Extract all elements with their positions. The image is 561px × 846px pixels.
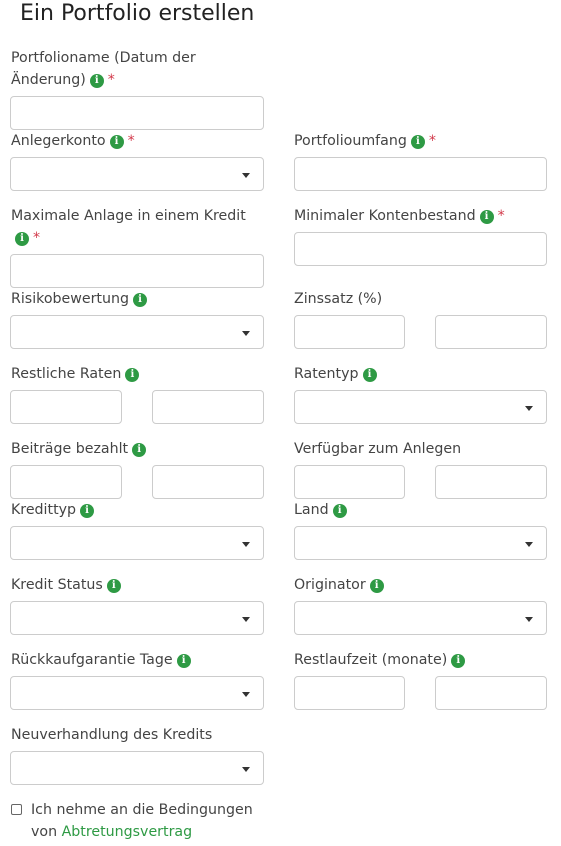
- portfolio-name-input[interactable]: [10, 96, 264, 130]
- max-investment-label: Maximale Anlage in einem Kredit i *: [11, 205, 261, 249]
- portfolio-size-label: Portfolioumfang i *: [294, 130, 436, 152]
- remaining-term-label: Restlaufzeit (monate) i: [294, 649, 466, 671]
- loan-status-select[interactable]: [10, 601, 264, 635]
- info-icon[interactable]: i: [362, 368, 377, 382]
- max-investment-label-text: Maximale Anlage in einem Kredit: [11, 208, 246, 224]
- info-icon[interactable]: i: [15, 232, 29, 246]
- required-mark: *: [33, 230, 41, 246]
- renegotiation-label: Neuverhandlung des Kredits: [11, 724, 212, 746]
- contributions-paid-min-input[interactable]: [10, 465, 122, 499]
- available-to-invest-min-input[interactable]: [294, 465, 405, 499]
- buyback-days-select[interactable]: [10, 676, 264, 710]
- remaining-term-min-input[interactable]: [294, 676, 405, 710]
- terms-line-2: von Abtretungsvertrag: [31, 821, 253, 843]
- loan-type-select[interactable]: [10, 526, 264, 560]
- remaining-term-label-text: Restlaufzeit (monate): [294, 652, 448, 668]
- loan-status-label: Kredit Status i: [11, 574, 121, 596]
- investor-account-label: Anlegerkonto i *: [11, 130, 135, 152]
- contributions-paid-label-text: Beiträge bezahlt: [11, 441, 129, 457]
- info-icon[interactable]: i: [332, 504, 347, 518]
- portfolio-size-input[interactable]: [294, 157, 547, 191]
- min-balance-label: Minimaler Kontenbestand i *: [294, 205, 505, 227]
- installment-type-label-text: Ratentyp: [294, 366, 359, 382]
- terms-text: Ich nehme an die Bedingungen von Abtretu…: [31, 799, 253, 843]
- renegotiation-label-text: Neuverhandlung des Kredits: [11, 727, 213, 743]
- required-mark: *: [428, 133, 436, 149]
- portfolio-size-label-text: Portfolioumfang: [294, 133, 407, 149]
- min-balance-input[interactable]: [294, 232, 547, 266]
- originator-label: Originator i: [294, 574, 384, 596]
- required-mark: *: [127, 133, 135, 149]
- terms-checkbox[interactable]: [11, 804, 22, 815]
- info-icon[interactable]: i: [106, 579, 121, 593]
- info-icon[interactable]: i: [132, 443, 147, 457]
- remaining-installments-max-input[interactable]: [152, 390, 264, 424]
- remaining-installments-label: Restliche Raten i: [11, 363, 140, 385]
- terms-prefix: von: [31, 824, 58, 840]
- info-icon[interactable]: i: [125, 368, 140, 382]
- country-label-text: Land: [294, 502, 329, 518]
- info-icon[interactable]: i: [410, 135, 425, 149]
- installment-type-select[interactable]: [294, 390, 547, 424]
- required-mark: *: [497, 208, 505, 224]
- originator-select[interactable]: [294, 601, 547, 635]
- info-icon[interactable]: i: [132, 293, 147, 307]
- portfolio-name-label: Portfolioname (Datum der Änderung) i *: [11, 47, 241, 91]
- remaining-installments-min-input[interactable]: [10, 390, 122, 424]
- loan-type-label-text: Kredittyp: [11, 502, 77, 518]
- risk-rating-select[interactable]: [10, 315, 264, 349]
- investor-account-select[interactable]: [10, 157, 264, 191]
- interest-rate-label-text: Zinssatz (%): [294, 291, 383, 307]
- remaining-term-max-input[interactable]: [435, 676, 547, 710]
- min-balance-label-text: Minimaler Kontenbestand: [294, 208, 476, 224]
- loan-status-label-text: Kredit Status: [11, 577, 103, 593]
- info-icon[interactable]: i: [176, 654, 191, 668]
- info-icon[interactable]: i: [369, 579, 384, 593]
- max-investment-input[interactable]: [10, 254, 264, 288]
- required-mark: *: [107, 72, 115, 88]
- buyback-days-label-text: Rückkaufgarantie Tage: [11, 652, 173, 668]
- risk-rating-label: Risikobewertung i: [11, 288, 147, 310]
- buyback-days-label: Rückkaufgarantie Tage i: [11, 649, 191, 671]
- originator-label-text: Originator: [294, 577, 366, 593]
- assignment-agreement-link[interactable]: Abtretungsvertrag: [62, 824, 193, 840]
- renegotiation-select[interactable]: [10, 751, 264, 785]
- country-label: Land i: [294, 499, 347, 521]
- available-to-invest-max-input[interactable]: [435, 465, 547, 499]
- interest-rate-max-input[interactable]: [435, 315, 547, 349]
- interest-rate-min-input[interactable]: [294, 315, 405, 349]
- investor-account-label-text: Anlegerkonto: [11, 133, 106, 149]
- page-title: Ein Portfolio erstellen: [20, 1, 255, 26]
- info-icon[interactable]: i: [479, 210, 494, 224]
- loan-type-label: Kredittyp i: [11, 499, 95, 521]
- terms-line-1: Ich nehme an die Bedingungen: [31, 802, 253, 818]
- installment-type-label: Ratentyp i: [294, 363, 377, 385]
- info-icon[interactable]: i: [451, 654, 466, 668]
- info-icon[interactable]: i: [80, 504, 95, 518]
- info-icon[interactable]: i: [109, 135, 124, 149]
- risk-rating-label-text: Risikobewertung: [11, 291, 129, 307]
- available-to-invest-label: Verfügbar zum Anlegen: [294, 438, 461, 460]
- interest-rate-label: Zinssatz (%): [294, 288, 382, 310]
- country-select[interactable]: [294, 526, 547, 560]
- info-icon[interactable]: i: [89, 74, 104, 88]
- contributions-paid-max-input[interactable]: [152, 465, 264, 499]
- remaining-installments-label-text: Restliche Raten: [11, 366, 122, 382]
- available-to-invest-label-text: Verfügbar zum Anlegen: [294, 441, 462, 457]
- contributions-paid-label: Beiträge bezahlt i: [11, 438, 147, 460]
